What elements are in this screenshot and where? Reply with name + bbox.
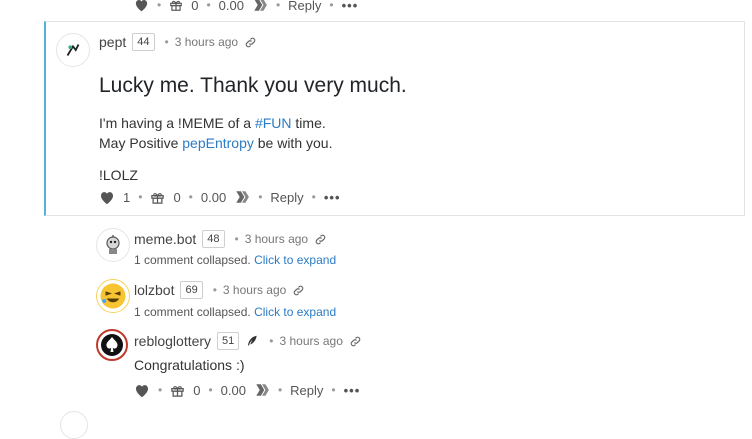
body-line-2: May Positive pepEntropy be with you. [99,133,332,153]
user-link[interactable]: pepEntropy [182,135,254,151]
reply-button[interactable]: Reply [290,383,323,398]
reputation-badge: 51 [217,332,240,350]
reply-action-row: • 0 • 0.00 • Reply • ••• [134,382,360,398]
reply-button[interactable]: Reply [288,0,321,13]
collapsed-text: 1 comment collapsed. [134,305,251,319]
separator: • [275,0,281,12]
separator: • [208,383,213,397]
tip-count: 0 [173,189,181,205]
separator: • [188,190,193,204]
avatar[interactable] [96,329,128,361]
collapsed-notice: 1 comment collapsed. Click to expand [134,253,336,267]
payout-amount[interactable]: 0.00 [219,0,244,13]
more-options-button[interactable]: ••• [342,0,359,13]
boost-icon[interactable] [252,0,268,12]
avatar[interactable] [96,228,130,262]
comment-body: I'm having a !MEME of a #FUN time. May P… [99,113,332,185]
more-options-button[interactable]: ••• [344,383,361,398]
comment-action-row: 1 • 0 • 0.00 • Reply • ••• [99,189,341,205]
tip-count: 0 [193,382,201,398]
like-count[interactable]: 1 [123,190,130,205]
separator: • [158,383,163,397]
author-name[interactable]: lolzbot [134,282,174,298]
gift-icon[interactable] [150,190,165,205]
separator: • [234,232,239,246]
boost-icon[interactable] [254,383,270,397]
timestamp[interactable]: 3 hours ago [245,232,308,246]
separator: • [157,0,162,12]
expand-link[interactable]: Click to expand [254,253,336,267]
body-line-3: !LOLZ [99,167,138,183]
collapsed-notice: 1 comment collapsed. Click to expand [134,305,336,319]
more-options-button[interactable]: ••• [324,190,341,205]
expand-link[interactable]: Click to expand [254,305,336,319]
boost-icon[interactable] [234,190,250,204]
author-name[interactable]: pept [99,34,126,50]
timestamp[interactable]: 3 hours ago [223,283,286,297]
collapsed-text: 1 comment collapsed. [134,253,251,267]
avatar[interactable] [96,279,130,313]
permalink-icon[interactable] [244,36,257,49]
reply-button[interactable]: Reply [270,190,303,205]
separator: • [311,190,316,204]
author-name[interactable]: meme.bot [134,231,196,247]
timestamp[interactable]: 3 hours ago [175,35,238,49]
separator: • [206,0,211,12]
permalink-icon[interactable] [292,284,305,297]
body-text: I'm having a !MEME of a [99,115,255,131]
separator: • [258,190,263,204]
permalink-icon[interactable] [314,233,327,246]
separator: • [269,334,274,348]
separator: • [277,383,283,397]
permalink-icon[interactable] [349,335,362,348]
gift-icon[interactable] [169,0,183,12]
reputation-badge: 44 [132,33,155,51]
reply-header: meme.bot 48 • 3 hours ago [134,230,327,248]
tip-count: 0 [191,0,199,13]
top-action-row: • 0 • 0.00 • Reply • ••• [134,0,358,13]
heart-icon[interactable] [99,190,115,205]
avatar[interactable] [60,411,88,439]
timestamp[interactable]: 3 hours ago [280,334,343,348]
feather-icon [245,334,259,348]
separator: • [138,190,143,204]
reputation-badge: 69 [180,281,203,299]
heart-icon[interactable] [134,383,150,398]
reply-header: rebloglottery 51 • 3 hours ago [134,332,362,350]
heart-icon[interactable] [134,0,149,12]
avatar[interactable] [56,33,90,67]
gift-icon[interactable] [170,383,185,398]
separator: • [164,35,169,49]
payout-amount[interactable]: 0.00 [221,383,246,398]
separator: • [329,0,334,12]
body-text: May Positive [99,135,183,151]
body-line-1: I'm having a !MEME of a #FUN time. [99,113,332,133]
author-name[interactable]: rebloglottery [134,333,211,349]
body-text: be with you. [253,135,333,151]
separator: • [212,283,217,297]
reply-header: lolzbot 69 • 3 hours ago [134,281,305,299]
body-text: time. [291,115,326,131]
reply-body: Congratulations :) [134,357,245,373]
reputation-badge: 48 [202,230,225,248]
separator: • [331,383,336,397]
comment-title: Lucky me. Thank you very much. [99,74,407,97]
hashtag-link[interactable]: #FUN [255,115,292,131]
comment-header: pept 44 • 3 hours ago [99,33,257,51]
payout-amount[interactable]: 0.00 [201,190,226,205]
